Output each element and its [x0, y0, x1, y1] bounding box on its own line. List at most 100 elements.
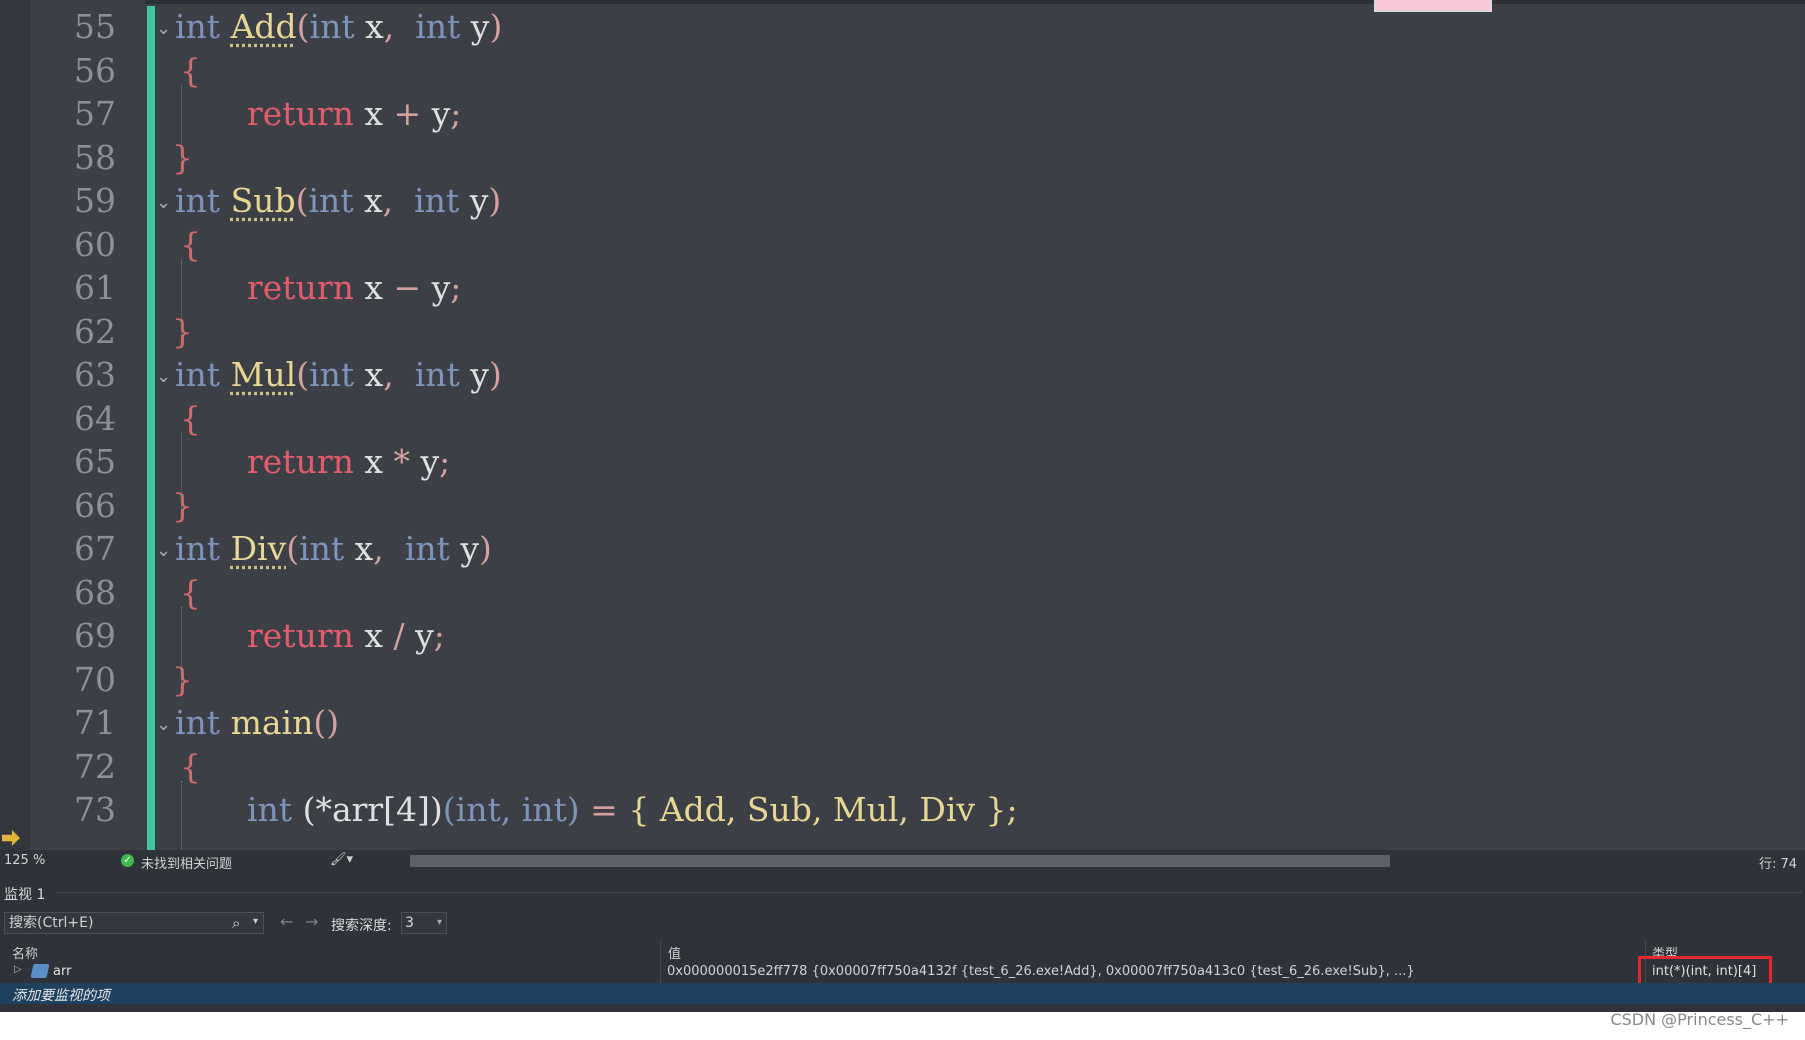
title-divider	[56, 892, 1801, 894]
indent-guide	[181, 258, 183, 336]
add-watch-item-label: 添加要监视的项	[12, 988, 110, 1004]
code-token: y	[459, 355, 489, 394]
code-token: ()	[313, 703, 340, 742]
code-token: x	[353, 616, 394, 655]
code-text: {	[180, 745, 201, 788]
issues-status[interactable]: 未找到相关问题	[141, 853, 232, 872]
code-line[interactable]: 56 {	[0, 49, 1805, 92]
code-line[interactable]: 73 int (*arr[4])(int, int) = { Add, Sub, …	[0, 788, 1805, 831]
code-text: return x − y;	[247, 266, 461, 309]
line-number: 63	[74, 355, 116, 394]
code-line[interactable]: 68 {	[0, 571, 1805, 614]
code-text: {	[180, 397, 201, 440]
code-editor[interactable]: 55 ⌄ int Add(int x, int y) 56{57 return x + …	[0, 0, 1805, 850]
code-token: int	[175, 7, 221, 46]
code-token: x	[354, 7, 384, 46]
code-token: (int, int)	[442, 790, 580, 829]
code-token: ;	[450, 268, 462, 307]
code-token: int	[299, 529, 345, 568]
code-token: ,	[383, 355, 415, 394]
code-token: y	[421, 268, 451, 307]
watch-panel: 监视 1 搜索(Ctrl+E) ⌕ ▾ ← → 搜索深度: 3 ▾ 名称 值 类…	[0, 872, 1805, 1012]
code-line[interactable]: 71 ⌄ int main()	[0, 701, 1805, 744]
line-number: 56	[74, 50, 116, 90]
code-token: x	[353, 268, 394, 307]
code-token: y	[459, 181, 489, 220]
indent-guide	[181, 780, 183, 850]
code-token: (*arr[4])	[292, 790, 443, 829]
code-line[interactable]: 59 ⌄ int Sub(int x, int y)	[0, 179, 1805, 222]
code-line[interactable]: 55 ⌄ int Add(int x, int y)	[0, 5, 1805, 48]
code-text: return x + y;	[247, 92, 461, 135]
code-token: ,	[382, 181, 415, 220]
code-text: int main()	[175, 701, 339, 744]
code-line[interactable]: 65 return x * y;	[0, 440, 1805, 483]
code-line[interactable]: 60 {	[0, 223, 1805, 266]
chevron-down-icon: ▾	[436, 917, 442, 928]
search-placeholder: 搜索(Ctrl+E)	[9, 915, 94, 931]
code-line[interactable]: 64 {	[0, 397, 1805, 440]
watch-row-value[interactable]: 0x000000015e2ff778 {0x00007ff750a4132f {…	[667, 964, 1415, 979]
fold-chevron-icon[interactable]: ⌄	[156, 529, 171, 561]
expand-arrow-icon[interactable]: ▷	[14, 964, 22, 975]
code-line[interactable]: 61 return x − y;	[0, 266, 1805, 309]
back-arrow-icon[interactable]: ←	[280, 912, 293, 931]
code-token: /	[393, 616, 405, 655]
code-token: int	[175, 703, 221, 742]
line-number: 67	[74, 529, 116, 568]
search-depth-select[interactable]: 3 ▾	[401, 912, 447, 934]
code-text: int Add(int x, int y)	[175, 5, 502, 48]
fold-chevron-icon[interactable]: ⌄	[156, 7, 171, 39]
code-line[interactable]: 66}	[0, 484, 1805, 527]
code-token: return	[247, 94, 354, 133]
line-number: 71	[74, 703, 116, 742]
code-token: int	[175, 181, 221, 220]
watch-panel-title[interactable]: 监视 1	[4, 884, 45, 904]
add-watch-item-row[interactable]: 添加要监视的项	[0, 983, 1805, 1004]
code-token: int	[309, 355, 355, 394]
code-token: return	[247, 442, 354, 481]
chevron-down-icon[interactable]: ▾	[253, 916, 258, 927]
code-token: )	[479, 529, 492, 568]
code-token: (	[296, 7, 310, 46]
code-line[interactable]: 58}	[0, 136, 1805, 179]
code-line[interactable]: 57 return x + y;	[0, 92, 1805, 135]
code-token: y	[449, 529, 479, 568]
code-token: ;	[433, 616, 445, 655]
code-line[interactable]: 62}	[0, 310, 1805, 353]
watch-row-name[interactable]: arr	[53, 964, 71, 979]
code-token: y	[460, 7, 490, 46]
line-number: 72	[74, 746, 116, 786]
column-name-header[interactable]: 名称	[12, 943, 38, 962]
line-number: 57	[74, 94, 116, 133]
code-line[interactable]: 67 ⌄ int Div(int x, int y)	[0, 527, 1805, 570]
check-icon: ✓	[121, 854, 134, 867]
code-text: int Sub(int x, int y)	[175, 179, 501, 222]
indent-guide	[181, 606, 183, 684]
fold-chevron-icon[interactable]: ⌄	[156, 355, 171, 387]
code-cleanup-icon[interactable]: 🖌▾	[330, 852, 353, 867]
line-number: 65	[74, 442, 116, 481]
line-number: 69	[74, 616, 116, 655]
watch-row[interactable]: ▷ arr 0x000000015e2ff778 {0x00007ff750a4…	[0, 962, 1805, 982]
code-line[interactable]: 63 ⌄ int Mul(int x, int y)	[0, 353, 1805, 396]
fold-chevron-icon[interactable]: ⌄	[156, 703, 171, 735]
code-text: int (*arr[4])(int, int) = { Add, Sub, Mu…	[247, 788, 1018, 831]
code-text: int Mul(int x, int y)	[175, 353, 502, 396]
code-line[interactable]: 70}	[0, 658, 1805, 701]
zoom-level[interactable]: 125 %	[4, 853, 45, 868]
search-icon[interactable]: ⌕	[232, 914, 240, 932]
code-line[interactable]: 69 return x / y;	[0, 614, 1805, 657]
code-line[interactable]: 72 {	[0, 745, 1805, 788]
forward-arrow-icon[interactable]: →	[305, 912, 318, 931]
code-token: int	[308, 181, 354, 220]
horizontal-scroll-thumb[interactable]	[410, 855, 1390, 867]
watch-search-input[interactable]: 搜索(Ctrl+E)	[4, 912, 264, 934]
function-name: Mul	[230, 355, 297, 394]
column-value-header[interactable]: 值	[668, 943, 681, 962]
fold-chevron-icon[interactable]: ⌄	[156, 181, 171, 213]
code-token: −	[393, 268, 422, 307]
